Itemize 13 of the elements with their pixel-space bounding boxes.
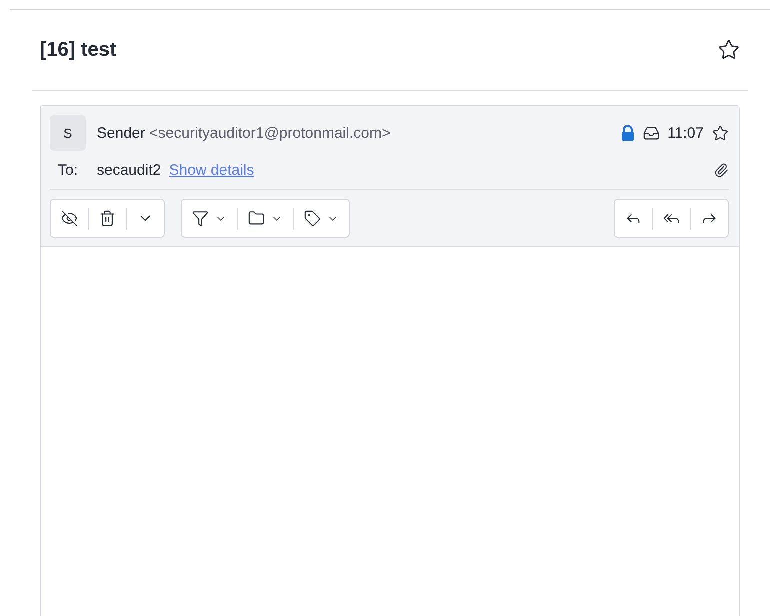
star-icon[interactable] bbox=[712, 124, 729, 142]
recipient: secaudit2 bbox=[97, 162, 162, 178]
message-time: 11:07 bbox=[668, 124, 704, 142]
tag-icon bbox=[304, 210, 321, 227]
inbox-icon bbox=[642, 124, 660, 142]
to-label: To: bbox=[58, 162, 80, 178]
folder-icon bbox=[248, 210, 265, 227]
avatar: S bbox=[50, 115, 86, 151]
show-details-link[interactable]: Show details bbox=[169, 162, 714, 178]
star-icon[interactable] bbox=[718, 39, 740, 61]
conversation-title: [16] test bbox=[40, 38, 117, 62]
sender: Sender <securityauditor1@protonmail.com> bbox=[97, 124, 392, 142]
filter-icon bbox=[192, 210, 209, 227]
